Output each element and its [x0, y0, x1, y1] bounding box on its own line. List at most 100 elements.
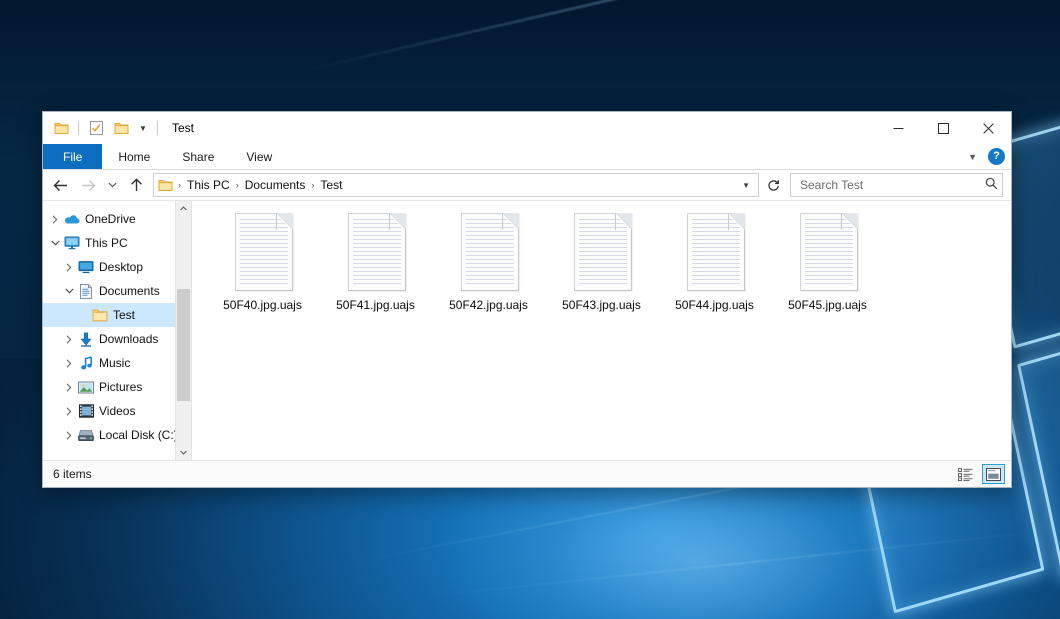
close-button[interactable]: [966, 112, 1011, 144]
sidebar-item-label: Pictures: [99, 380, 142, 394]
sidebar-item-videos[interactable]: Videos: [43, 399, 191, 423]
tab-home[interactable]: Home: [102, 144, 166, 169]
chevron-down-icon[interactable]: [47, 240, 63, 246]
file-grid: 50F40.jpg.uajs 50F41.jpg.uajs 50F42.jpg.ua…: [192, 201, 1011, 312]
window-title: Test: [172, 121, 194, 135]
desktop-icon: [77, 260, 95, 274]
view-mode-buttons: [954, 464, 1005, 484]
sidebar-item-label: Music: [99, 356, 130, 370]
chevron-right-icon[interactable]: [61, 407, 77, 416]
large-icons-view-button[interactable]: [982, 464, 1005, 484]
file-item[interactable]: 50F41.jpg.uajs: [319, 211, 432, 312]
sidebar-item-label: Downloads: [99, 332, 158, 346]
sidebar-item-downloads[interactable]: Downloads: [43, 327, 191, 351]
drive-icon: [77, 429, 95, 442]
sidebar-item-local-disk-c[interactable]: Local Disk (C:): [43, 423, 191, 447]
ribbon-tabs: File Home Share View ▼ ?: [43, 144, 1011, 170]
toolbar-separator: [78, 121, 79, 135]
breadcrumb[interactable]: › This PC › Documents › Test ▼: [153, 173, 759, 197]
chevron-right-icon[interactable]: [61, 335, 77, 344]
quick-access-dropdown-icon[interactable]: ▼: [136, 118, 150, 138]
tab-view[interactable]: View: [230, 144, 288, 169]
breadcrumb-dropdown-icon[interactable]: ▼: [736, 181, 756, 190]
chevron-right-icon[interactable]: [61, 383, 77, 392]
search-input[interactable]: [798, 177, 985, 193]
recent-locations-button[interactable]: [103, 173, 121, 197]
refresh-button[interactable]: [762, 174, 784, 196]
sidebar-item-pictures[interactable]: Pictures: [43, 375, 191, 399]
chevron-right-icon[interactable]: [47, 215, 63, 224]
sidebar-item-label: Local Disk (C:): [99, 428, 178, 442]
file-item[interactable]: 50F44.jpg.uajs: [658, 211, 771, 312]
new-folder-icon[interactable]: [111, 118, 131, 138]
file-name-label: 50F44.jpg.uajs: [675, 298, 754, 312]
file-name-label: 50F42.jpg.uajs: [449, 298, 528, 312]
download-icon: [77, 332, 95, 347]
sidebar-item-onedrive[interactable]: OneDrive: [43, 207, 191, 231]
music-icon: [77, 356, 95, 371]
search-icon: [985, 177, 998, 193]
scroll-up-icon[interactable]: [176, 201, 191, 216]
maximize-button[interactable]: [921, 112, 966, 144]
folder-icon: [91, 308, 109, 322]
file-list-pane[interactable]: 50F40.jpg.uajs 50F41.jpg.uajs 50F42.jpg.ua…: [192, 201, 1011, 460]
status-bar: 6 items: [43, 460, 1011, 487]
document-icon: [77, 284, 95, 299]
blank-document-icon: [797, 213, 859, 291]
details-view-button[interactable]: [954, 464, 977, 484]
sidebar-item-label: This PC: [85, 236, 128, 250]
chevron-down-icon[interactable]: [61, 288, 77, 294]
tab-file[interactable]: File: [43, 144, 102, 169]
sidebar-item-label: Videos: [99, 404, 135, 418]
sidebar-item-label: Test: [113, 308, 135, 322]
up-button[interactable]: [123, 173, 149, 197]
toolbar-separator: [157, 121, 158, 135]
folder-tree: OneDrive This PC Desktop Documents Test Downl…: [43, 201, 191, 447]
breadcrumb-item-this-pc[interactable]: This PC: [184, 178, 233, 192]
chevron-right-icon[interactable]: [61, 431, 77, 440]
sidebar-item-test[interactable]: Test: [43, 303, 191, 327]
folder-icon[interactable]: [51, 118, 71, 138]
breadcrumb-separator: ›: [175, 180, 184, 190]
scrollbar-thumb[interactable]: [177, 289, 190, 401]
breadcrumb-item-documents[interactable]: Documents: [242, 178, 309, 192]
sidebar-item-this-pc[interactable]: This PC: [43, 231, 191, 255]
help-button[interactable]: ?: [988, 148, 1005, 165]
breadcrumb-separator: ›: [308, 180, 317, 190]
file-item[interactable]: 50F43.jpg.uajs: [545, 211, 658, 312]
chevron-right-icon[interactable]: [61, 359, 77, 368]
properties-icon[interactable]: [86, 118, 106, 138]
scroll-down-icon[interactable]: [176, 445, 191, 460]
breadcrumb-separator: ›: [233, 180, 242, 190]
sidebar-item-label: Desktop: [99, 260, 143, 274]
tab-share[interactable]: Share: [166, 144, 230, 169]
window-controls: [876, 112, 1011, 144]
chevron-down-icon[interactable]: ▼: [964, 150, 981, 164]
sidebar-item-desktop[interactable]: Desktop: [43, 255, 191, 279]
blank-document-icon: [684, 213, 746, 291]
picture-icon: [77, 381, 95, 394]
blank-document-icon: [345, 213, 407, 291]
monitor-icon: [63, 236, 81, 250]
video-icon: [77, 404, 95, 418]
sidebar-item-music[interactable]: Music: [43, 351, 191, 375]
file-item[interactable]: 50F45.jpg.uajs: [771, 211, 884, 312]
back-button[interactable]: [47, 173, 73, 197]
minimize-button[interactable]: [876, 112, 921, 144]
sidebar-item-label: Documents: [99, 284, 160, 298]
blank-document-icon: [458, 213, 520, 291]
breadcrumb-item-test[interactable]: Test: [317, 178, 345, 192]
file-item[interactable]: 50F42.jpg.uajs: [432, 211, 545, 312]
search-box[interactable]: [790, 173, 1003, 197]
chevron-right-icon[interactable]: [61, 263, 77, 272]
file-name-label: 50F43.jpg.uajs: [562, 298, 641, 312]
sidebar-scrollbar[interactable]: [175, 201, 191, 460]
quick-access-toolbar: ▼ Test: [43, 112, 194, 144]
title-bar[interactable]: ▼ Test: [43, 112, 1011, 144]
cloud-icon: [63, 213, 81, 225]
address-bar: › This PC › Documents › Test ▼: [43, 170, 1011, 201]
file-item[interactable]: 50F40.jpg.uajs: [206, 211, 319, 312]
file-explorer-window: ▼ Test File Home Share View ▼ ?: [42, 111, 1012, 488]
file-name-label: 50F41.jpg.uajs: [336, 298, 415, 312]
sidebar-item-documents[interactable]: Documents: [43, 279, 191, 303]
